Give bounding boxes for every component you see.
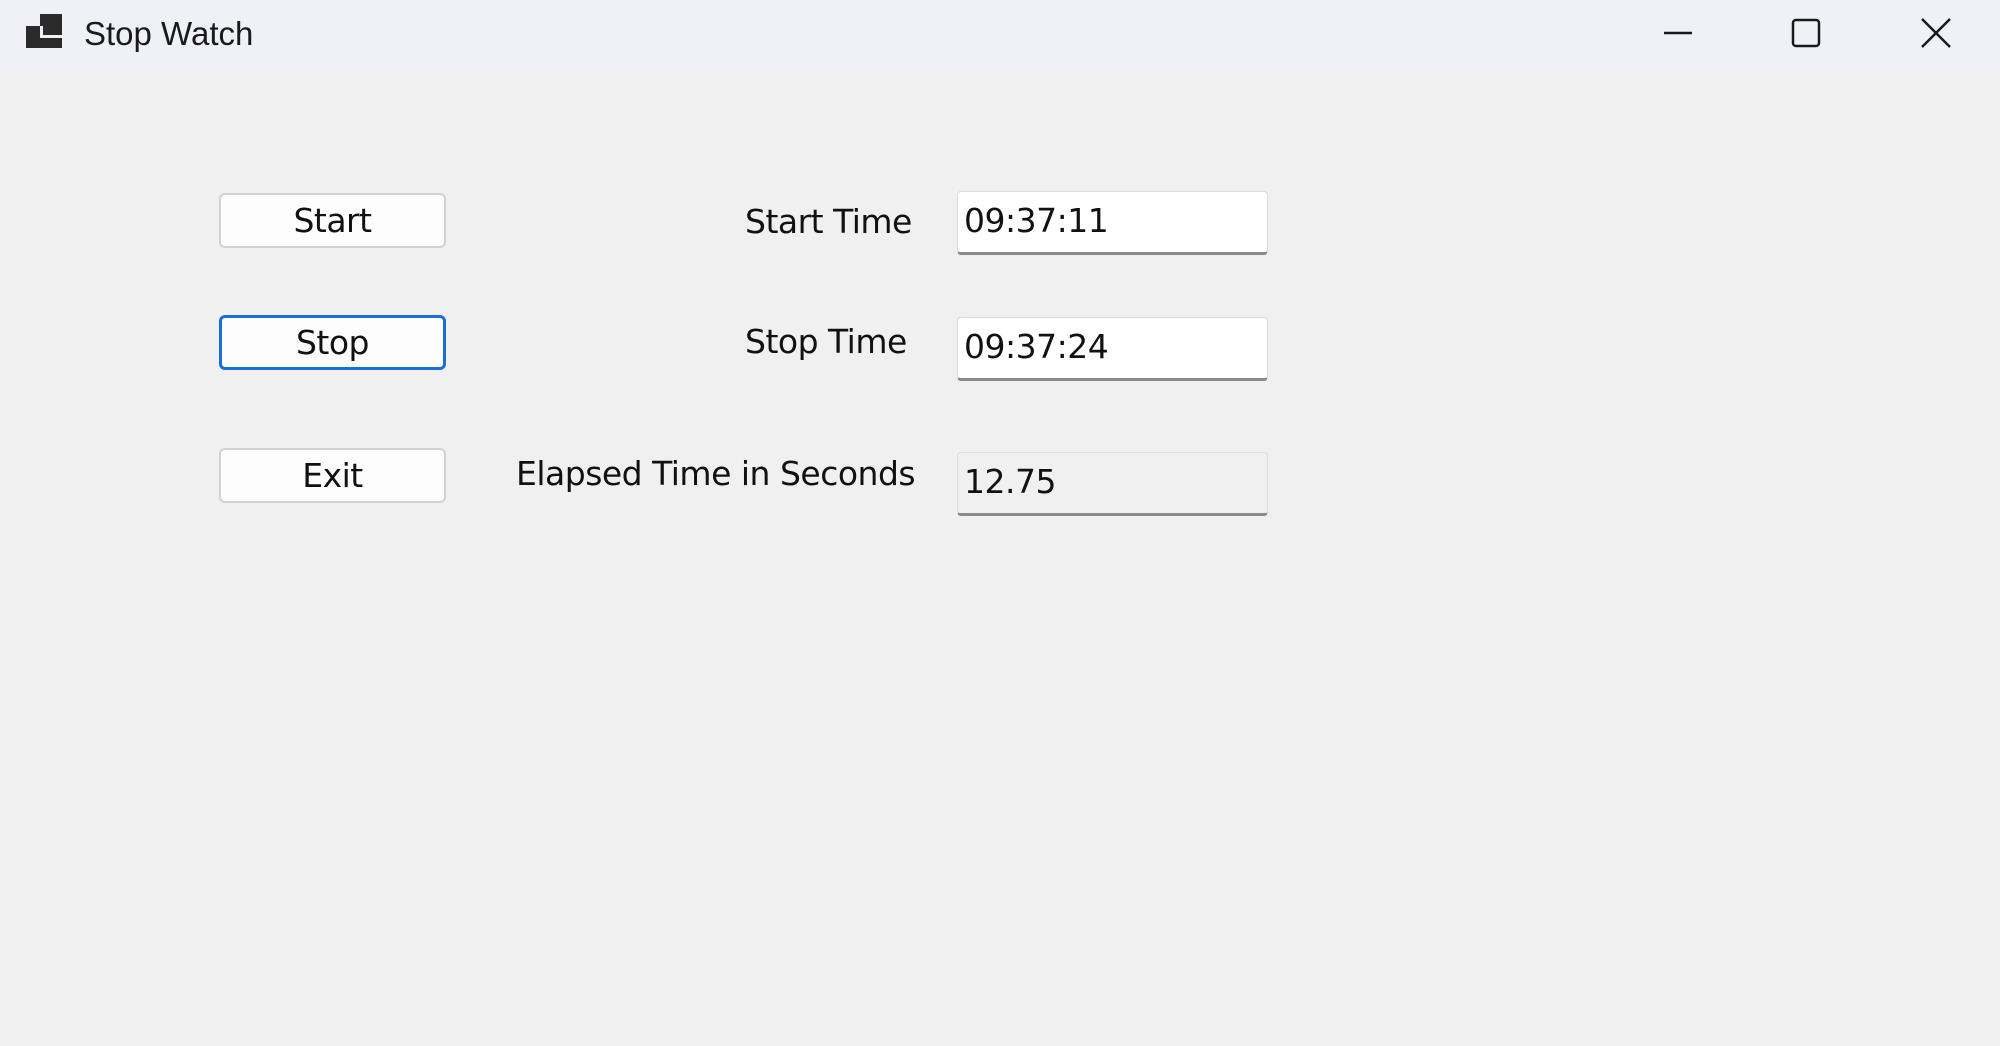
stop-time-field[interactable]: 09:37:24: [957, 317, 1268, 381]
maximize-button[interactable]: [1742, 0, 1870, 66]
close-icon: [1921, 18, 1951, 48]
start-time-field[interactable]: 09:37:11: [957, 191, 1268, 255]
start-time-label: Start Time: [745, 202, 912, 241]
maximize-icon: [1791, 18, 1821, 48]
title-bar[interactable]: Stop Watch: [0, 0, 2000, 74]
window-title: Stop Watch: [84, 15, 254, 52]
elapsed-time-field[interactable]: 12.75: [957, 452, 1268, 516]
exit-button[interactable]: Exit: [219, 448, 446, 503]
client-area: Start Stop Exit Start Time Stop Time Ela…: [0, 74, 2000, 1046]
stop-button[interactable]: Stop: [219, 315, 446, 370]
close-button[interactable]: [1872, 0, 2000, 66]
elapsed-time-label: Elapsed Time in Seconds: [516, 454, 916, 493]
app-window-icon: [26, 14, 62, 48]
minimize-icon: [1664, 31, 1692, 35]
start-button[interactable]: Start: [219, 193, 446, 248]
minimize-button[interactable]: [1614, 0, 1742, 66]
stopwatch-window: Stop Watch Start Stop Exit Start Time St…: [0, 0, 2000, 1046]
stop-time-label: Stop Time: [745, 322, 907, 361]
